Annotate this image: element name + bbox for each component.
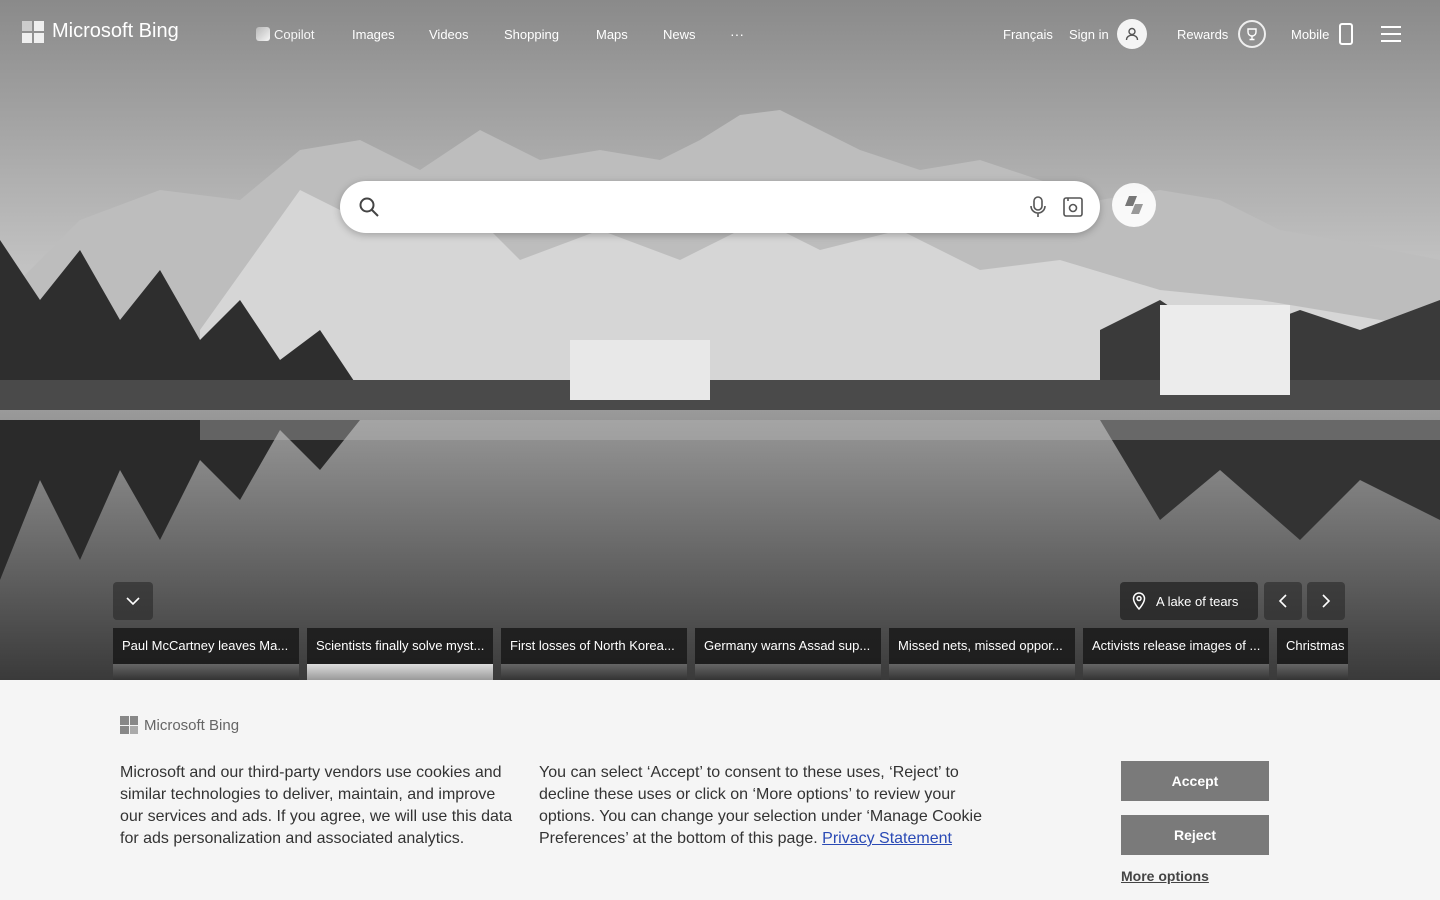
copilot-search-button[interactable]: [1112, 183, 1156, 227]
carousel-next-button[interactable]: [1307, 582, 1345, 620]
news-card[interactable]: Activists release images of ...: [1083, 628, 1269, 680]
news-card[interactable]: Germany warns Assad sup...: [695, 628, 881, 680]
news-card[interactable]: First losses of North Korea...: [501, 628, 687, 680]
cookie-banner-brand: Microsoft Bing: [120, 716, 239, 734]
nav-videos[interactable]: Videos: [429, 14, 469, 54]
nav-shopping[interactable]: Shopping: [504, 14, 559, 54]
privacy-statement-link[interactable]: Privacy Statement: [822, 830, 952, 847]
copilot-logo-icon: [1125, 196, 1143, 214]
chevron-down-icon: [126, 597, 140, 606]
visual-search-icon[interactable]: [1062, 196, 1084, 223]
trophy-icon: [1238, 20, 1267, 48]
location-info-button[interactable]: A lake of tears: [1120, 582, 1258, 620]
more-options-link[interactable]: More options: [1121, 868, 1209, 884]
news-carousel: Paul McCartney leaves Ma... Scientists f…: [113, 628, 1348, 680]
top-bar: Microsoft Bing Copilot Images Videos Sho…: [0, 0, 1440, 70]
search-icon[interactable]: [358, 196, 380, 223]
microsoft-logo-icon: [22, 20, 44, 43]
news-card[interactable]: Scientists finally solve myst...: [307, 628, 493, 680]
microphone-icon[interactable]: [1028, 195, 1048, 224]
bing-logo[interactable]: Microsoft Bing: [22, 20, 179, 43]
news-thumbnail: [889, 664, 1075, 680]
search-box: [340, 181, 1100, 233]
location-pin-icon: [1132, 592, 1146, 610]
microsoft-logo-icon: [120, 716, 138, 734]
language-link[interactable]: Français: [1003, 14, 1053, 54]
news-thumbnail: [307, 664, 493, 680]
cookie-text-primary: Microsoft and our third-party vendors us…: [120, 764, 513, 847]
reject-cookies-button[interactable]: Reject: [1121, 815, 1269, 855]
cookie-text-secondary: You can select ‘Accept’ to consent to th…: [539, 764, 982, 847]
cookie-consent-banner: Microsoft Bing Microsoft and our third-p…: [0, 680, 1440, 900]
collapse-carousel-button[interactable]: [113, 582, 153, 620]
rewards-button[interactable]: Rewards: [1177, 14, 1267, 54]
mobile-button[interactable]: Mobile: [1291, 14, 1354, 54]
sign-in-button[interactable]: Sign in: [1069, 14, 1147, 54]
news-thumbnail: [501, 664, 687, 680]
news-thumbnail: [695, 664, 881, 680]
top-nav: Copilot: [252, 14, 318, 54]
background-image: [0, 0, 1440, 680]
news-card[interactable]: Missed nets, missed oppor...: [889, 628, 1075, 680]
news-thumbnail: [1277, 664, 1348, 680]
logo-text: Microsoft Bing: [52, 20, 179, 42]
nav-maps[interactable]: Maps: [596, 14, 628, 54]
search-input[interactable]: [390, 195, 1054, 219]
news-thumbnail: [113, 664, 299, 680]
accept-cookies-button[interactable]: Accept: [1121, 761, 1269, 801]
news-card[interactable]: Paul McCartney leaves Ma...: [113, 628, 299, 680]
hamburger-menu-icon[interactable]: [1381, 26, 1401, 42]
nav-images[interactable]: Images: [352, 14, 395, 54]
carousel-prev-button[interactable]: [1264, 582, 1302, 620]
phone-icon: [1339, 23, 1354, 45]
news-card[interactable]: Christmas c: [1277, 628, 1348, 680]
news-thumbnail: [1083, 664, 1269, 680]
chevron-right-icon: [1322, 594, 1331, 608]
nav-news[interactable]: News: [663, 14, 696, 54]
user-avatar-icon: [1116, 19, 1147, 49]
nav-more-button[interactable]: ···: [730, 14, 744, 54]
nav-images[interactable]: [252, 14, 352, 54]
chevron-left-icon: [1278, 594, 1287, 608]
